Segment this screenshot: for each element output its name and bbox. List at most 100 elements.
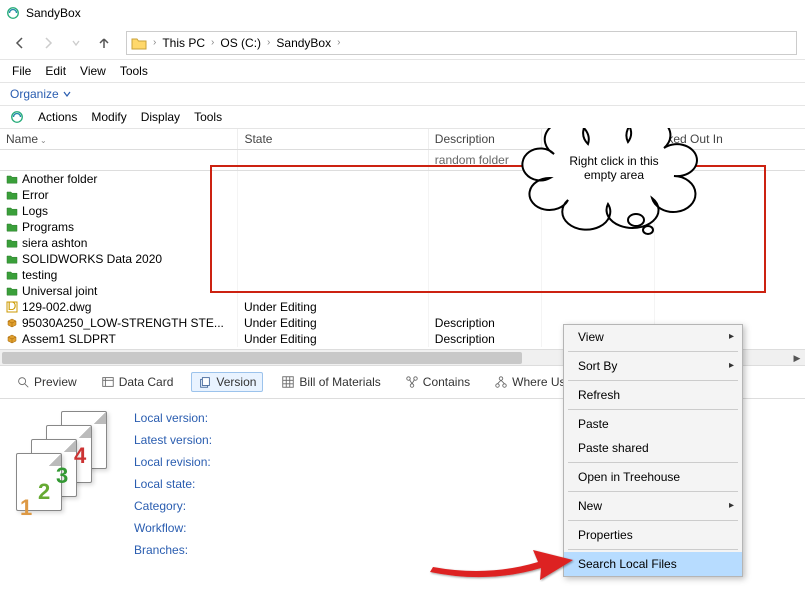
organize-bar: Organize	[0, 83, 805, 106]
folder-icon	[6, 205, 18, 217]
ctx-properties[interactable]: Properties	[564, 523, 742, 547]
version-stack-image: 1234	[16, 411, 116, 531]
breadcrumb[interactable]: OS (C:)	[216, 36, 265, 50]
chevron-right-icon: ▸	[729, 360, 734, 371]
chevron-right-icon: ›	[335, 37, 342, 48]
tab-data-card[interactable]: Data Card	[95, 373, 180, 391]
version-icon	[198, 375, 212, 389]
toolbar-actions[interactable]: Actions	[38, 110, 77, 124]
file-name: Another folder	[22, 172, 97, 186]
breadcrumb[interactable]: This PC	[158, 36, 209, 50]
file-state	[238, 251, 428, 267]
chevron-right-icon: ›	[151, 37, 158, 48]
ctx-search-local-files[interactable]: Search Local Files	[564, 552, 742, 576]
file-name: 95030A250_LOW-STRENGTH STE...	[22, 316, 224, 330]
file-description: Description	[428, 331, 541, 347]
tab-preview[interactable]: Preview	[10, 373, 83, 391]
menu-tools[interactable]: Tools	[120, 64, 148, 78]
organize-label: Organize	[10, 87, 59, 101]
local-revision-label: Local revision:	[134, 455, 212, 469]
file-state	[238, 203, 428, 219]
app-icon	[10, 110, 24, 124]
ctx-open-treehouse[interactable]: Open in Treehouse	[564, 465, 742, 489]
toolbar-display[interactable]: Display	[141, 110, 180, 124]
folder-icon	[6, 237, 18, 249]
part-icon	[6, 317, 18, 329]
folder-icon	[6, 285, 18, 297]
breadcrumb[interactable]: SandyBox	[272, 36, 335, 50]
file-description	[428, 267, 541, 283]
file-state: Under Editing	[238, 299, 428, 315]
file-state	[238, 171, 428, 188]
chevron-down-icon	[63, 90, 71, 98]
scroll-right-arrow[interactable]: ▶	[789, 350, 805, 366]
address-bar[interactable]: › This PC › OS (C:) › SandyBox ›	[126, 31, 797, 55]
table-row[interactable]: SOLIDWORKS Data 2020Folde	[0, 251, 805, 267]
ctx-view[interactable]: View▸	[564, 325, 742, 349]
local-version-label: Local version:	[134, 411, 212, 425]
file-state	[238, 187, 428, 203]
menu-file[interactable]: File	[12, 64, 31, 78]
file-state	[238, 219, 428, 235]
tab-bom[interactable]: Bill of Materials	[275, 373, 386, 391]
local-state-label: Local state:	[134, 477, 212, 491]
menu-separator	[568, 351, 738, 352]
chevron-down-icon: ⌄	[40, 136, 47, 145]
version-labels: Local version: Latest version: Local rev…	[134, 411, 212, 557]
file-name: Universal joint	[22, 284, 97, 298]
table-row[interactable]: D129-002.dwgUnder EditingDWG	[0, 299, 805, 315]
ctx-sort-by[interactable]: Sort By▸	[564, 354, 742, 378]
ctx-paste-shared[interactable]: Paste shared	[564, 436, 742, 460]
menu-bar: File Edit View Tools	[0, 60, 805, 83]
where-used-icon	[494, 375, 508, 389]
ctx-new[interactable]: New▸	[564, 494, 742, 518]
latest-version-label: Latest version:	[134, 433, 212, 447]
app-icon	[6, 6, 20, 20]
tab-version[interactable]: Version	[191, 372, 263, 392]
forward-button[interactable]	[36, 31, 60, 55]
file-name: Programs	[22, 220, 74, 234]
pdm-toolbar: Actions Modify Display Tools	[0, 106, 805, 129]
ctx-paste[interactable]: Paste	[564, 412, 742, 436]
organize-button[interactable]: Organize	[10, 87, 71, 101]
annotation-arrow	[428, 522, 578, 585]
col-name[interactable]: Name⌄	[0, 129, 238, 150]
recent-dropdown[interactable]	[64, 31, 88, 55]
branches-label: Branches:	[134, 543, 212, 557]
folder-icon	[6, 173, 18, 185]
file-state	[238, 235, 428, 251]
table-row[interactable]: Universal jointFolde	[0, 283, 805, 299]
back-button[interactable]	[8, 31, 32, 55]
file-state	[238, 267, 428, 283]
file-state: Under Editing	[238, 331, 428, 347]
file-description: Description	[428, 315, 541, 331]
chevron-right-icon: ›	[209, 37, 216, 48]
toolbar-tools[interactable]: Tools	[194, 110, 222, 124]
folder-icon	[131, 35, 147, 51]
dwg-icon: D	[6, 301, 18, 313]
menu-separator	[568, 491, 738, 492]
file-state	[238, 283, 428, 299]
up-button[interactable]	[92, 31, 116, 55]
tab-contains[interactable]: Contains	[399, 373, 476, 391]
menu-separator	[568, 409, 738, 410]
col-state[interactable]: State	[238, 129, 428, 150]
data-card-icon	[101, 375, 115, 389]
table-row[interactable]: testingFolde	[0, 267, 805, 283]
file-description	[428, 299, 541, 315]
bom-icon	[281, 375, 295, 389]
scroll-thumb[interactable]	[2, 352, 522, 364]
menu-separator	[568, 462, 738, 463]
file-state: Under Editing	[238, 315, 428, 331]
menu-view[interactable]: View	[80, 64, 106, 78]
folder-icon	[6, 269, 18, 281]
folder-icon	[6, 253, 18, 265]
menu-edit[interactable]: Edit	[45, 64, 66, 78]
menu-separator	[568, 380, 738, 381]
chevron-right-icon: ▸	[729, 331, 734, 342]
workflow-label: Workflow:	[134, 521, 212, 535]
ctx-refresh[interactable]: Refresh	[564, 383, 742, 407]
category-label: Category:	[134, 499, 212, 513]
nav-bar: › This PC › OS (C:) › SandyBox ›	[0, 26, 805, 60]
toolbar-modify[interactable]: Modify	[91, 110, 126, 124]
